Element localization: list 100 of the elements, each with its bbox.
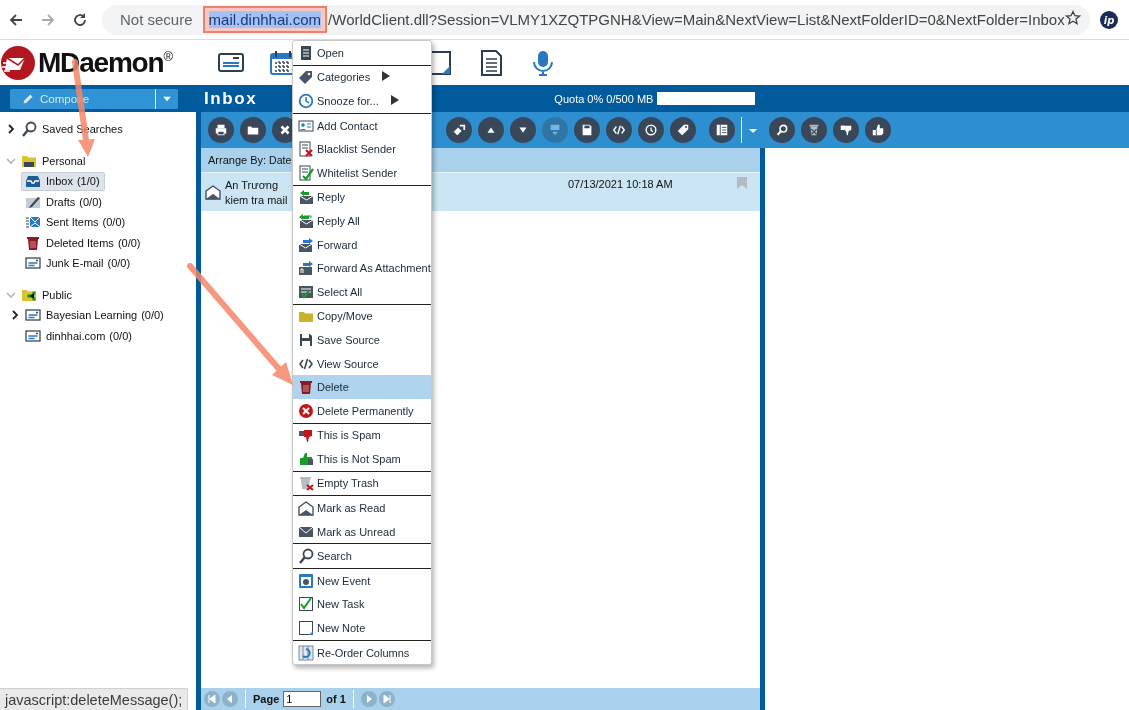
thumbs-up-button[interactable]: [865, 117, 891, 143]
menu-item[interactable]: Delete: [293, 375, 431, 399]
folder-item[interactable]: Junk E-mail (0/0): [21, 253, 136, 273]
folder-item[interactable]: Sent Items (0/0): [21, 212, 131, 232]
code-button[interactable]: [606, 117, 632, 143]
floppy-disk-button[interactable]: [574, 117, 600, 143]
menu-item[interactable]: Reply All: [293, 209, 431, 233]
page-input[interactable]: 1: [283, 691, 322, 707]
list-check-icon: [298, 164, 314, 181]
forward-arrow-icon: [40, 11, 56, 28]
compose-dropdown[interactable]: [155, 88, 178, 109]
document-icon: [298, 44, 314, 61]
menu-item[interactable]: New Task: [293, 592, 431, 617]
list-folder-icon: [25, 255, 41, 272]
document-icon[interactable]: [478, 49, 504, 76]
thumbs-down-button[interactable]: [833, 117, 859, 143]
trash-icon: [807, 123, 821, 137]
folder-button[interactable]: [240, 117, 266, 143]
menu-item[interactable]: View Source: [293, 351, 431, 376]
next-page-icon: [360, 691, 377, 707]
trash-icon: [298, 379, 314, 396]
list-folder-icon: [25, 327, 41, 344]
menu-item[interactable]: This is Not Spam: [293, 447, 431, 471]
chevron-icon[interactable]: [10, 310, 20, 321]
menu-item[interactable]: Forward: [293, 232, 431, 257]
menu-item[interactable]: Snooze for...: [293, 89, 431, 113]
arrange-value[interactable]: Date: [269, 154, 292, 166]
menu-item[interactable]: Blacklist Sender: [293, 137, 431, 161]
thumbs-down-icon: [298, 427, 314, 444]
address-bar[interactable]: Not secure mail.dinhhai.com /WorldClient.dll?Session=VLMY1XZQTPGNH&View=Main&NextView=List&NextFolderID=0&NextFolder=Inbox: [102, 4, 1090, 35]
tag-icon: [298, 69, 314, 86]
clock-icon: [298, 93, 314, 109]
folder-item[interactable]: Inbox (1/0): [21, 171, 105, 191]
calendar-icon: [298, 572, 314, 589]
tag-icon: [676, 123, 690, 137]
menu-item[interactable]: Save Source: [293, 328, 431, 352]
filter-icon: [548, 123, 562, 137]
menu-item[interactable]: Mark as Read: [293, 496, 431, 520]
up-arrow-button[interactable]: [478, 117, 504, 143]
checkbox-icon: [298, 596, 314, 613]
menu-item[interactable]: This is Spam: [293, 423, 431, 448]
note-icon: [298, 620, 314, 637]
forward-icon: [452, 123, 466, 137]
open-envelope-icon: [298, 500, 314, 517]
menu-item[interactable]: Re-Order Columns: [293, 640, 431, 665]
delete-circle-icon: [298, 402, 314, 419]
menu-item[interactable]: Select All: [293, 279, 431, 304]
list-folder-icon: [25, 307, 41, 324]
list-cross-icon: [298, 141, 314, 158]
search-icon: [21, 121, 37, 138]
print-icon: [214, 123, 228, 137]
star-icon[interactable]: [1064, 10, 1081, 26]
back-arrow-icon: [8, 11, 24, 28]
empty-trash-icon: [298, 475, 314, 492]
menu-item[interactable]: Reply: [293, 185, 431, 210]
folder-item[interactable]: Bayesian Learning (0/0): [21, 305, 169, 325]
extension-badge[interactable]: ip: [1100, 11, 1118, 29]
menu-item[interactable]: Open: [293, 41, 431, 65]
logo-text: MDaemon: [38, 46, 164, 79]
menu-item[interactable]: Search: [293, 544, 431, 569]
folder-item[interactable]: Public: [17, 285, 77, 305]
code-icon: [612, 123, 626, 137]
trash-button[interactable]: [801, 117, 827, 143]
search-button[interactable]: [769, 117, 795, 143]
first-page-icon: [204, 691, 220, 707]
menu-item[interactable]: Empty Trash: [293, 471, 431, 496]
page-total: of 1: [326, 693, 346, 705]
folder-item[interactable]: Drafts (0/0): [21, 192, 107, 212]
folder-item[interactable]: Saved Searches: [17, 119, 128, 139]
menu-item[interactable]: Mark as Unread: [293, 519, 431, 544]
menu-item[interactable]: Forward As Attachment: [293, 256, 431, 280]
folder-item[interactable]: dinhhai.com (0/0): [21, 326, 137, 346]
menu-item[interactable]: New Event: [293, 569, 431, 593]
print-button[interactable]: [208, 117, 234, 143]
tag-button[interactable]: [670, 117, 696, 143]
thumbs-up-icon: [298, 450, 314, 467]
subject: kiem tra mail: [225, 193, 288, 206]
menu-item[interactable]: Categories: [293, 65, 431, 90]
folder-item[interactable]: Deleted Items (0/0): [21, 233, 146, 253]
chevron-icon[interactable]: [6, 124, 16, 135]
url-path: /WorldClient.dll?Session=VLMY1XZQTPGNH&View=Main&NextView=List&NextFolderID=0&NextFolder=Inbox: [328, 11, 1065, 28]
search-icon: [298, 548, 314, 565]
down-arrow-button[interactable]: [510, 117, 536, 143]
search-icon: [775, 123, 789, 137]
clock-button[interactable]: [638, 117, 664, 143]
reload-icon: [72, 11, 88, 28]
inbox-tray-icon: [25, 173, 41, 190]
thumbs-up-icon: [871, 123, 885, 137]
folder-item[interactable]: Personal: [17, 151, 91, 171]
contact-card-icon: [298, 117, 314, 134]
clock-icon: [644, 123, 658, 137]
menu-item[interactable]: Copy/Move: [293, 304, 431, 329]
menu-item[interactable]: Add Contact: [293, 113, 431, 138]
columns-button[interactable]: [709, 117, 735, 143]
forward-button[interactable]: [446, 117, 472, 143]
menu-item[interactable]: New Note: [293, 616, 431, 640]
menu-item[interactable]: Delete Permanently: [293, 398, 431, 423]
microphone-icon[interactable]: [530, 49, 556, 76]
close-icon: [278, 123, 292, 137]
envelope-icon: [25, 214, 41, 231]
